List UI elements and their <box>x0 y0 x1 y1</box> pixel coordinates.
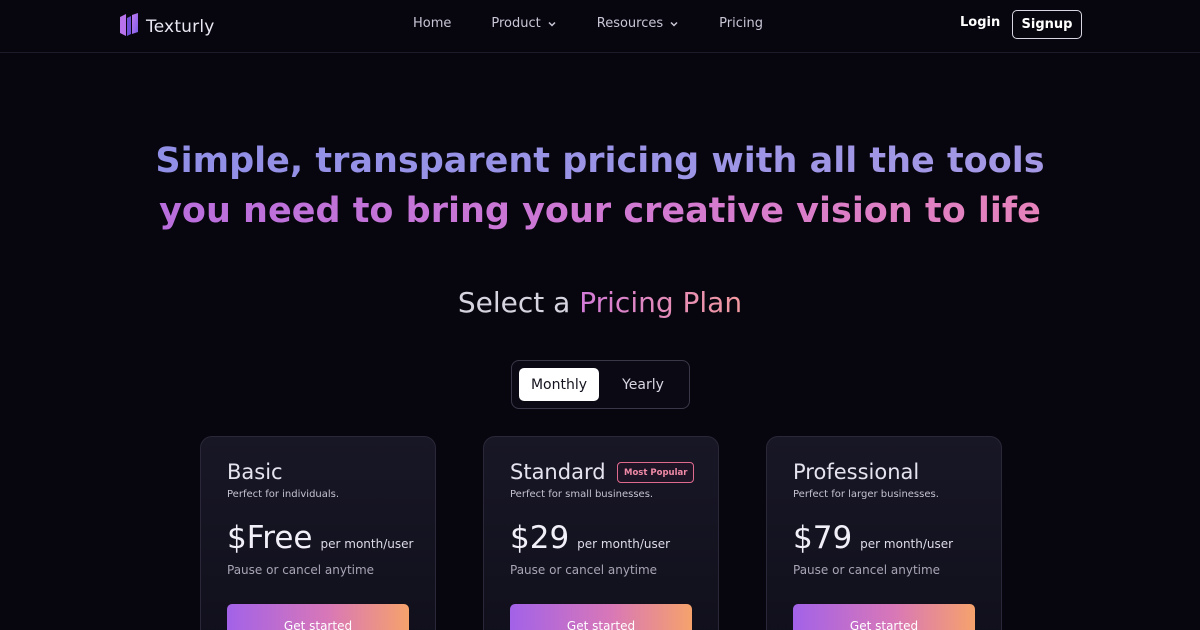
plan-card-standard: Standard Most Popular Perfect for small … <box>483 436 719 630</box>
hero-line-1: Simple, transparent pricing with all the… <box>0 136 1200 186</box>
nav-link-resources[interactable]: Resources <box>597 16 679 31</box>
pricing-page: Texturly Home Product Resources Pricing <box>0 0 1200 630</box>
brand-name: Texturly <box>146 17 215 37</box>
nav-link-label: Pricing <box>719 16 763 31</box>
hero-line-2: you need to bring your creative vision t… <box>0 186 1200 236</box>
brand[interactable]: Texturly <box>118 12 215 42</box>
plan-price: $29 per month/user <box>510 520 670 556</box>
hero-heading: Simple, transparent pricing with all the… <box>0 136 1200 236</box>
get-started-button[interactable]: Get started <box>793 604 975 630</box>
chevron-down-icon <box>548 21 556 27</box>
nav-link-label: Home <box>413 16 452 31</box>
top-nav: Texturly Home Product Resources Pricing <box>0 0 1200 53</box>
nav-link-product[interactable]: Product <box>491 16 556 31</box>
nav-link-home[interactable]: Home <box>413 16 451 31</box>
plan-card-professional: Professional Perfect for larger business… <box>766 436 1002 630</box>
toggle-monthly[interactable]: Monthly <box>519 368 599 401</box>
plans-heading-prefix: Select a <box>457 286 571 319</box>
price-unit: per month/user <box>860 537 954 551</box>
get-started-button[interactable]: Get started <box>510 604 692 630</box>
plan-price: $Free per month/user <box>227 520 413 556</box>
most-popular-badge: Most Popular <box>617 462 695 483</box>
price-value: $Free <box>227 520 313 556</box>
plan-note: Pause or cancel anytime <box>793 563 941 577</box>
plan-price: $79 per month/user <box>793 520 953 556</box>
plan-description: Perfect for small businesses. <box>510 489 654 500</box>
texturly-logo-icon <box>118 12 140 42</box>
plan-name: Professional <box>793 460 920 484</box>
plan-note: Pause or cancel anytime <box>227 563 375 577</box>
plan-note: Pause or cancel anytime <box>510 563 658 577</box>
signup-button[interactable]: Signup <box>1012 10 1082 39</box>
plan-card-basic: Basic Perfect for individuals. $Free per… <box>200 436 436 630</box>
price-value: $29 <box>510 520 570 556</box>
nav-link-pricing[interactable]: Pricing <box>719 16 763 31</box>
nav-link-label: Product <box>491 16 541 31</box>
price-value: $79 <box>793 520 853 556</box>
toggle-yearly[interactable]: Yearly <box>608 368 678 401</box>
plan-description: Perfect for larger businesses. <box>793 489 939 500</box>
plans-heading-highlight: Pricing Plan <box>579 286 743 319</box>
login-link[interactable]: Login <box>960 15 1000 30</box>
nav-link-label: Resources <box>596 16 664 31</box>
plan-name: Standard <box>510 460 606 484</box>
plans-heading: Select a Pricing Plan <box>0 286 1200 319</box>
plan-description: Perfect for individuals. <box>227 489 340 500</box>
get-started-button[interactable]: Get started <box>227 604 409 630</box>
chevron-down-icon <box>670 21 678 27</box>
billing-toggle: Monthly Yearly <box>511 360 690 409</box>
nav-links: Home Product Resources Pricing <box>413 16 803 31</box>
plan-name: Basic <box>227 460 283 484</box>
price-unit: per month/user <box>320 537 414 551</box>
price-unit: per month/user <box>577 537 671 551</box>
